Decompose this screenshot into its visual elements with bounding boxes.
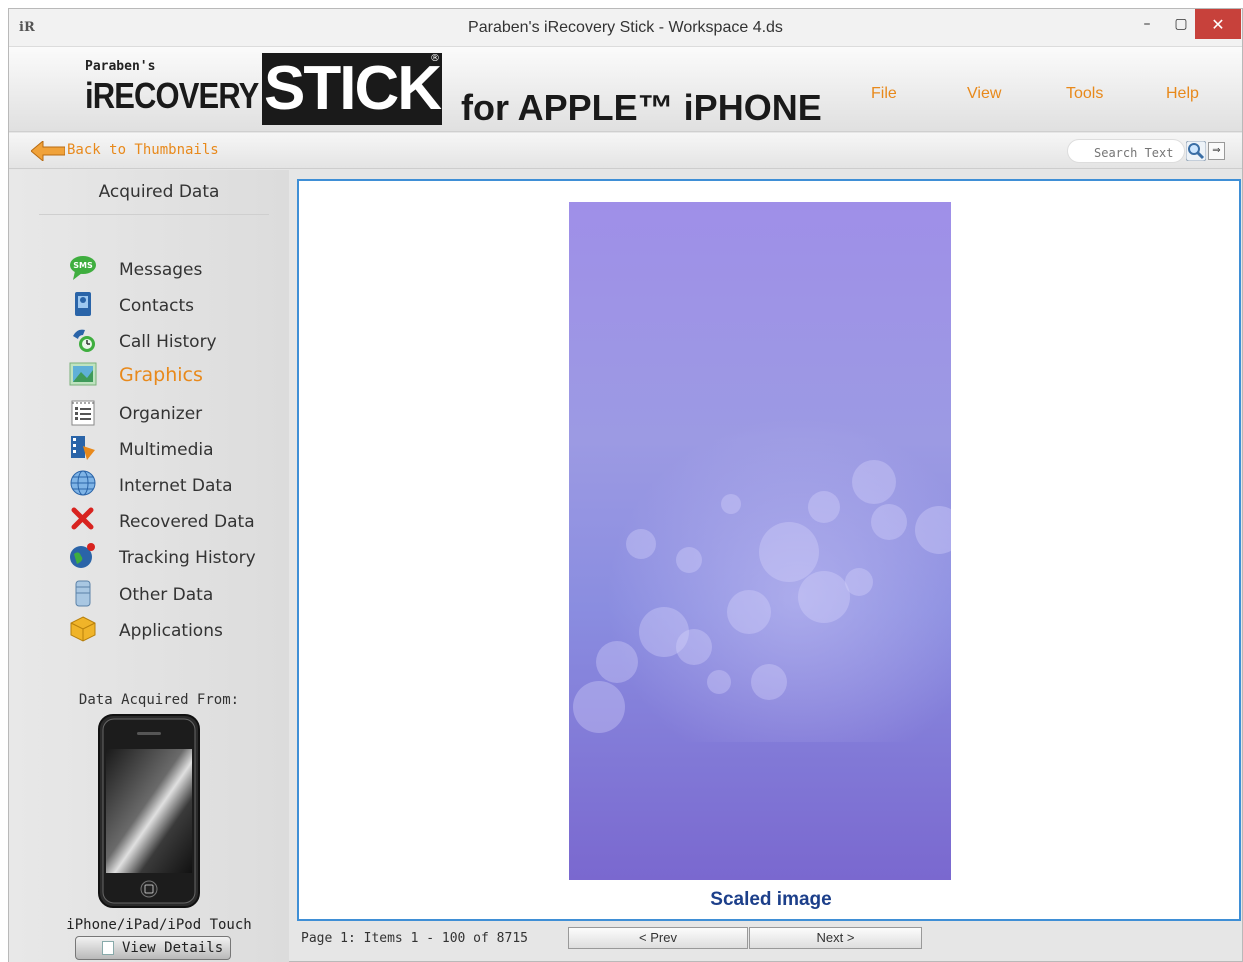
- back-to-thumbnails-link[interactable]: Back to Thumbnails: [67, 142, 219, 158]
- header-brand-bar: Paraben's iRECOVERY STICK ® for APPLE™ i…: [9, 47, 1242, 132]
- svg-text:SMS: SMS: [73, 261, 93, 270]
- sidebar-item-applications[interactable]: Applications: [69, 615, 279, 645]
- close-button[interactable]: ✕: [1195, 9, 1241, 39]
- window-title: Paraben's iRecovery Stick - Workspace 4.…: [468, 19, 783, 36]
- menu-tools[interactable]: Tools: [1066, 85, 1103, 103]
- view-details-label: View Details: [122, 940, 224, 956]
- red-x-icon: [71, 507, 94, 530]
- minimize-button[interactable]: –: [1130, 9, 1164, 39]
- view-details-button[interactable]: View Details: [75, 936, 231, 960]
- sidebar-item-label: Organizer: [119, 404, 203, 424]
- sidebar-item-label: Messages: [119, 260, 203, 280]
- navigation-bar: Back to Thumbnails ⇒: [9, 133, 1242, 169]
- document-icon: [102, 941, 114, 955]
- sidebar-item-organizer[interactable]: Organizer: [69, 398, 279, 428]
- sidebar-item-recovered-data[interactable]: Recovered Data: [69, 506, 279, 536]
- menu-help[interactable]: Help: [1166, 85, 1199, 103]
- prev-button[interactable]: < Prev: [568, 927, 748, 949]
- sidebar-item-label: Multimedia: [119, 440, 214, 460]
- back-arrow-icon[interactable]: [31, 141, 65, 161]
- checklist-icon: [71, 400, 95, 426]
- menu-view[interactable]: View: [967, 85, 1001, 103]
- search-go-button[interactable]: ⇒: [1208, 142, 1225, 160]
- logo-parabens-text: Paraben's: [85, 59, 156, 74]
- image-caption: Scaled image: [710, 889, 832, 910]
- sidebar-item-label: Tracking History: [119, 548, 256, 568]
- iphone-device-image: [98, 714, 200, 908]
- globe-icon: [70, 470, 96, 496]
- sidebar-item-label: Graphics: [119, 364, 203, 386]
- sidebar-item-internet-data[interactable]: Internet Data: [69, 470, 279, 500]
- sidebar-item-multimedia[interactable]: Multimedia: [69, 434, 279, 464]
- maximize-button[interactable]: ▢: [1164, 9, 1198, 39]
- search-input[interactable]: [1067, 139, 1185, 163]
- app-window: iR Paraben's iRecovery Stick - Workspace…: [8, 8, 1243, 962]
- phone-clock-icon: [73, 329, 95, 352]
- sidebar-item-other-data[interactable]: Other Data: [69, 579, 279, 609]
- search-icon[interactable]: [1186, 141, 1206, 161]
- database-icon: [75, 580, 91, 607]
- sidebar: Acquired Data SMS Messages Contacts Call…: [9, 170, 289, 962]
- scaled-image[interactable]: [569, 202, 951, 880]
- sidebar-item-label: Other Data: [119, 585, 214, 605]
- sidebar-item-tracking-history[interactable]: Tracking History: [69, 542, 279, 572]
- picture-icon: [69, 362, 97, 386]
- film-music-icon: [71, 436, 95, 460]
- sidebar-item-label: Recovered Data: [119, 512, 255, 532]
- sidebar-item-contacts[interactable]: Contacts: [69, 290, 279, 320]
- image-viewer: Scaled image: [297, 179, 1241, 921]
- sidebar-item-label: Internet Data: [119, 476, 233, 496]
- sidebar-item-graphics[interactable]: Graphics: [69, 360, 279, 390]
- device-type-label: iPhone/iPad/iPod Touch: [66, 917, 252, 933]
- sidebar-item-label: Applications: [119, 621, 223, 641]
- logo-stick-text: STICK: [262, 53, 442, 125]
- sidebar-item-label: Call History: [119, 332, 217, 352]
- title-bar: iR Paraben's iRecovery Stick - Workspace…: [9, 9, 1242, 47]
- contacts-book-icon: [75, 292, 91, 316]
- sms-icon: SMS: [70, 256, 96, 280]
- sidebar-divider: [39, 214, 269, 215]
- logo-for-apple-text: for APPLE™ iPHONE: [461, 87, 822, 128]
- sidebar-title: Acquired Data: [98, 182, 220, 202]
- sidebar-item-messages[interactable]: SMS Messages: [69, 254, 279, 284]
- package-icon: [70, 616, 96, 642]
- sidebar-item-label: Contacts: [119, 296, 194, 316]
- registered-mark: ®: [430, 53, 440, 64]
- sidebar-item-call-history[interactable]: Call History: [69, 326, 279, 356]
- logo-irecovery-text: iRECOVERY: [85, 75, 259, 116]
- world-pin-icon: [70, 543, 95, 568]
- page-info: Page 1: Items 1 - 100 of 8715: [301, 931, 528, 946]
- menu-file[interactable]: File: [871, 85, 897, 103]
- next-button[interactable]: Next >: [749, 927, 922, 949]
- data-acquired-from-label: Data Acquired From:: [78, 692, 240, 708]
